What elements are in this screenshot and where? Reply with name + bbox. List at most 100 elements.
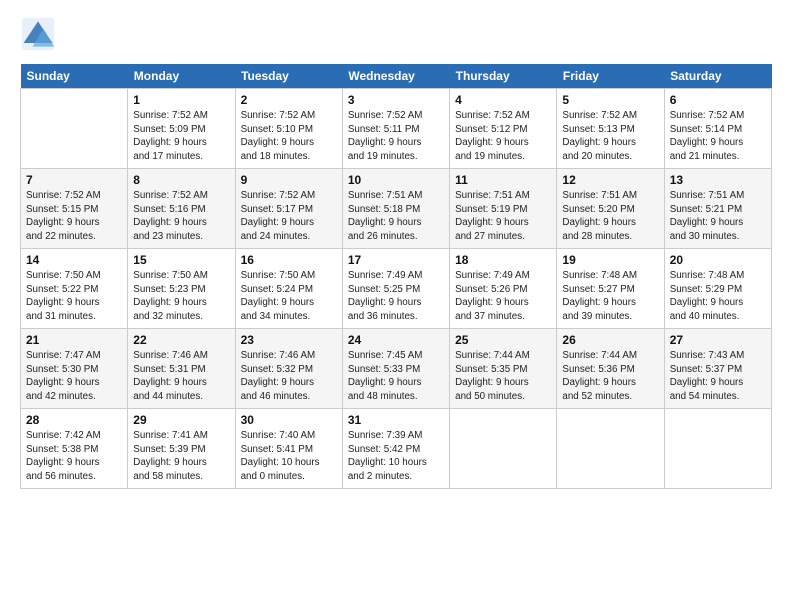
calendar-cell: 4 Sunrise: 7:52 AM Sunset: 5:12 PM Daylig…	[450, 89, 557, 169]
logo	[20, 16, 62, 52]
day-number: 5	[562, 93, 658, 107]
week-row-5: 28 Sunrise: 7:42 AM Sunset: 5:38 PM Dayli…	[21, 409, 772, 489]
week-row-2: 7Sunrise: 7:52 AM Sunset: 5:15 PM Daylig…	[21, 169, 772, 249]
day-number: 9	[241, 173, 337, 187]
calendar-cell: 14 Sunrise: 7:50 AM Sunset: 5:22 PM Dayli…	[21, 249, 128, 329]
column-header-sunday: Sunday	[21, 64, 128, 89]
day-info: Sunrise: 7:40 AM Sunset: 5:41 PM Dayligh…	[241, 429, 337, 484]
day-info: Sunrise: 7:46 AM Sunset: 5:31 PM Dayligh…	[133, 349, 229, 404]
calendar-cell: 26 Sunrise: 7:44 AM Sunset: 5:36 PM Dayli…	[557, 329, 664, 409]
day-info: Sunrise: 7:51 AM Sunset: 5:20 PM Dayligh…	[562, 189, 658, 244]
day-info: Sunrise: 7:52 AM Sunset: 5:12 PM Dayligh…	[455, 109, 551, 164]
day-info: Sunrise: 7:44 AM Sunset: 5:36 PM Dayligh…	[562, 349, 658, 404]
week-row-1: 1Sunrise: 7:52 AM Sunset: 5:09 PM Daylig…	[21, 89, 772, 169]
day-number: 12	[562, 173, 658, 187]
day-info: Sunrise: 7:52 AM Sunset: 5:15 PM Dayligh…	[26, 189, 122, 244]
calendar-cell: 23 Sunrise: 7:46 AM Sunset: 5:32 PM Dayli…	[235, 329, 342, 409]
calendar-cell: 5 Sunrise: 7:52 AM Sunset: 5:13 PM Daylig…	[557, 89, 664, 169]
calendar-cell: 18Sunrise: 7:49 AM Sunset: 5:26 PM Dayli…	[450, 249, 557, 329]
day-info: Sunrise: 7:52 AM Sunset: 5:16 PM Dayligh…	[133, 189, 229, 244]
day-info: Sunrise: 7:49 AM Sunset: 5:25 PM Dayligh…	[348, 269, 444, 324]
calendar-cell: 8 Sunrise: 7:52 AM Sunset: 5:16 PM Daylig…	[128, 169, 235, 249]
day-number: 2	[241, 93, 337, 107]
calendar-cell: 2 Sunrise: 7:52 AM Sunset: 5:10 PM Daylig…	[235, 89, 342, 169]
day-info: Sunrise: 7:41 AM Sunset: 5:39 PM Dayligh…	[133, 429, 229, 484]
column-header-wednesday: Wednesday	[342, 64, 449, 89]
column-header-monday: Monday	[128, 64, 235, 89]
day-info: Sunrise: 7:52 AM Sunset: 5:13 PM Dayligh…	[562, 109, 658, 164]
day-number: 8	[133, 173, 229, 187]
day-info: Sunrise: 7:45 AM Sunset: 5:33 PM Dayligh…	[348, 349, 444, 404]
day-number: 13	[670, 173, 766, 187]
day-number: 22	[133, 333, 229, 347]
day-number: 16	[241, 253, 337, 267]
calendar-cell: 9 Sunrise: 7:52 AM Sunset: 5:17 PM Daylig…	[235, 169, 342, 249]
day-info: Sunrise: 7:52 AM Sunset: 5:11 PM Dayligh…	[348, 109, 444, 164]
calendar-cell: 13 Sunrise: 7:51 AM Sunset: 5:21 PM Dayli…	[664, 169, 771, 249]
day-number: 29	[133, 413, 229, 427]
day-info: Sunrise: 7:51 AM Sunset: 5:21 PM Dayligh…	[670, 189, 766, 244]
day-info: Sunrise: 7:51 AM Sunset: 5:19 PM Dayligh…	[455, 189, 551, 244]
day-number: 23	[241, 333, 337, 347]
page: SundayMondayTuesdayWednesdayThursdayFrid…	[0, 0, 792, 612]
header	[20, 16, 772, 52]
day-number: 20	[670, 253, 766, 267]
day-info: Sunrise: 7:52 AM Sunset: 5:09 PM Dayligh…	[133, 109, 229, 164]
calendar-cell: 19Sunrise: 7:48 AM Sunset: 5:27 PM Dayli…	[557, 249, 664, 329]
column-header-thursday: Thursday	[450, 64, 557, 89]
day-info: Sunrise: 7:47 AM Sunset: 5:30 PM Dayligh…	[26, 349, 122, 404]
calendar-table: SundayMondayTuesdayWednesdayThursdayFrid…	[20, 64, 772, 489]
day-number: 14	[26, 253, 122, 267]
day-info: Sunrise: 7:52 AM Sunset: 5:17 PM Dayligh…	[241, 189, 337, 244]
header-row: SundayMondayTuesdayWednesdayThursdayFrid…	[21, 64, 772, 89]
day-info: Sunrise: 7:42 AM Sunset: 5:38 PM Dayligh…	[26, 429, 122, 484]
calendar-cell: 22 Sunrise: 7:46 AM Sunset: 5:31 PM Dayli…	[128, 329, 235, 409]
week-row-4: 21 Sunrise: 7:47 AM Sunset: 5:30 PM Dayli…	[21, 329, 772, 409]
column-header-friday: Friday	[557, 64, 664, 89]
day-number: 11	[455, 173, 551, 187]
calendar-cell: 7Sunrise: 7:52 AM Sunset: 5:15 PM Daylig…	[21, 169, 128, 249]
calendar-cell: 3Sunrise: 7:52 AM Sunset: 5:11 PM Daylig…	[342, 89, 449, 169]
calendar-cell: 17Sunrise: 7:49 AM Sunset: 5:25 PM Dayli…	[342, 249, 449, 329]
day-number: 15	[133, 253, 229, 267]
week-row-3: 14 Sunrise: 7:50 AM Sunset: 5:22 PM Dayli…	[21, 249, 772, 329]
calendar-cell: 31 Sunrise: 7:39 AM Sunset: 5:42 PM Dayli…	[342, 409, 449, 489]
calendar-cell: 15 Sunrise: 7:50 AM Sunset: 5:23 PM Dayli…	[128, 249, 235, 329]
column-header-saturday: Saturday	[664, 64, 771, 89]
day-info: Sunrise: 7:39 AM Sunset: 5:42 PM Dayligh…	[348, 429, 444, 484]
day-number: 21	[26, 333, 122, 347]
calendar-cell: 24 Sunrise: 7:45 AM Sunset: 5:33 PM Dayli…	[342, 329, 449, 409]
calendar-cell	[21, 89, 128, 169]
day-info: Sunrise: 7:51 AM Sunset: 5:18 PM Dayligh…	[348, 189, 444, 244]
day-number: 25	[455, 333, 551, 347]
day-info: Sunrise: 7:43 AM Sunset: 5:37 PM Dayligh…	[670, 349, 766, 404]
calendar-cell: 12 Sunrise: 7:51 AM Sunset: 5:20 PM Dayli…	[557, 169, 664, 249]
day-number: 10	[348, 173, 444, 187]
day-number: 28	[26, 413, 122, 427]
day-info: Sunrise: 7:50 AM Sunset: 5:24 PM Dayligh…	[241, 269, 337, 324]
column-header-tuesday: Tuesday	[235, 64, 342, 89]
calendar-cell: 21 Sunrise: 7:47 AM Sunset: 5:30 PM Dayli…	[21, 329, 128, 409]
calendar-cell: 11 Sunrise: 7:51 AM Sunset: 5:19 PM Dayli…	[450, 169, 557, 249]
day-number: 31	[348, 413, 444, 427]
day-info: Sunrise: 7:46 AM Sunset: 5:32 PM Dayligh…	[241, 349, 337, 404]
day-info: Sunrise: 7:52 AM Sunset: 5:10 PM Dayligh…	[241, 109, 337, 164]
calendar-cell	[450, 409, 557, 489]
day-number: 24	[348, 333, 444, 347]
calendar-cell: 20Sunrise: 7:48 AM Sunset: 5:29 PM Dayli…	[664, 249, 771, 329]
calendar-cell	[557, 409, 664, 489]
day-info: Sunrise: 7:48 AM Sunset: 5:27 PM Dayligh…	[562, 269, 658, 324]
day-number: 26	[562, 333, 658, 347]
calendar-cell: 16 Sunrise: 7:50 AM Sunset: 5:24 PM Dayli…	[235, 249, 342, 329]
calendar-cell: 10 Sunrise: 7:51 AM Sunset: 5:18 PM Dayli…	[342, 169, 449, 249]
calendar-cell	[664, 409, 771, 489]
day-info: Sunrise: 7:50 AM Sunset: 5:23 PM Dayligh…	[133, 269, 229, 324]
day-info: Sunrise: 7:49 AM Sunset: 5:26 PM Dayligh…	[455, 269, 551, 324]
calendar-cell: 1Sunrise: 7:52 AM Sunset: 5:09 PM Daylig…	[128, 89, 235, 169]
day-number: 4	[455, 93, 551, 107]
day-info: Sunrise: 7:52 AM Sunset: 5:14 PM Dayligh…	[670, 109, 766, 164]
calendar-cell: 6Sunrise: 7:52 AM Sunset: 5:14 PM Daylig…	[664, 89, 771, 169]
day-info: Sunrise: 7:50 AM Sunset: 5:22 PM Dayligh…	[26, 269, 122, 324]
calendar-cell: 27Sunrise: 7:43 AM Sunset: 5:37 PM Dayli…	[664, 329, 771, 409]
day-info: Sunrise: 7:44 AM Sunset: 5:35 PM Dayligh…	[455, 349, 551, 404]
